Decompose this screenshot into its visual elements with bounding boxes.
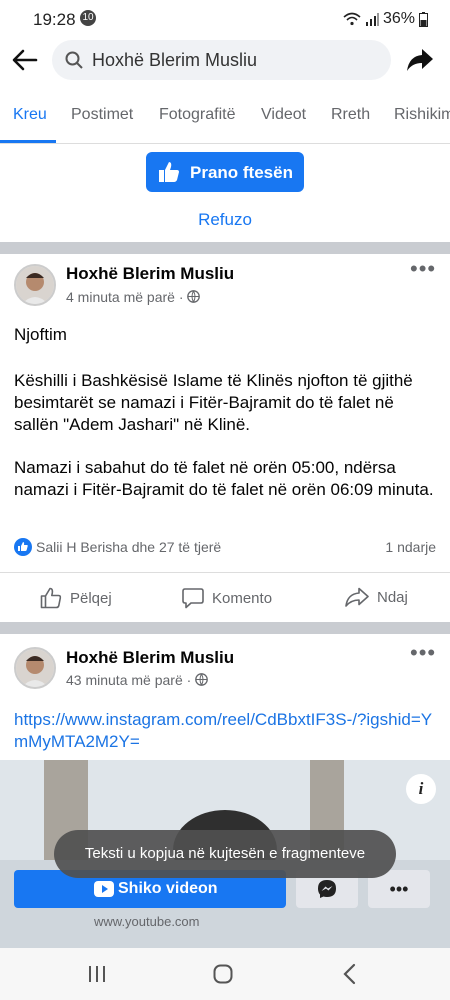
comment-label: Komento	[212, 589, 273, 607]
share-button[interactable]: Ndaj	[345, 587, 408, 607]
search-icon	[65, 51, 83, 69]
like-label: Pëlqej	[70, 589, 112, 607]
post-title: Njoftim	[14, 325, 67, 344]
post-options-icon[interactable]: •••	[410, 256, 436, 282]
reactions-row[interactable]: Salii H Berisha dhe 27 të tjerë 1 ndarje	[14, 538, 436, 558]
globe-icon	[187, 290, 201, 303]
active-tab-indicator	[0, 140, 56, 143]
watch-video-label: Shiko videon	[118, 880, 218, 897]
comment-button[interactable]: Komento	[182, 587, 272, 609]
post-paragraph-2: Namazi i sabahut do të falet në orën 05:…	[14, 458, 434, 499]
battery-level: 36%	[382, 10, 415, 27]
tab-rishikim[interactable]: Rishikim	[394, 106, 450, 124]
tab-videot[interactable]: Videot	[261, 106, 306, 124]
separator-dot: ·	[186, 672, 196, 688]
post-author-name[interactable]: Hoxhë Blerim Musliu	[66, 264, 234, 284]
back-arrow-icon[interactable]	[12, 49, 38, 71]
tab-kreu[interactable]: Kreu	[13, 106, 47, 124]
info-icon[interactable]: i	[406, 774, 436, 804]
post-link[interactable]: https://www.instagram.com/reel/CdBbxtIF3…	[14, 709, 439, 753]
accept-invite-label: Prano ftesën	[190, 163, 293, 182]
section-divider	[0, 622, 450, 634]
like-reaction-icon	[14, 538, 32, 556]
system-nav-bar	[0, 948, 450, 1000]
like-button[interactable]: Pëlqej	[40, 587, 112, 609]
reactions-text: Salii H Berisha dhe 27 të tjerë	[36, 539, 222, 555]
status-icons: 36%	[343, 10, 428, 28]
back-nav-icon[interactable]	[342, 963, 356, 985]
separator-dot: ·	[178, 289, 188, 305]
section-divider	[0, 242, 450, 254]
shares-count[interactable]: 1 ndarje	[385, 539, 436, 555]
tab-fotografite[interactable]: Fotografitë	[159, 106, 235, 124]
author-avatar[interactable]	[14, 264, 56, 306]
post-paragraph-1: Këshilli i Bashkësisë Islame të Klinës n…	[14, 371, 413, 434]
author-photo	[16, 649, 54, 687]
globe-icon	[195, 673, 209, 686]
post-author-name[interactable]: Hoxhë Blerim Musliu	[66, 648, 234, 668]
recent-apps-icon[interactable]	[88, 965, 106, 983]
post-timestamp: 4 minuta më parë ·	[66, 289, 201, 305]
share-arrow-icon[interactable]	[406, 47, 434, 73]
comment-icon	[182, 588, 204, 609]
tab-rreth[interactable]: Rreth	[331, 106, 370, 124]
post-timestamp: 43 minuta më parë ·	[66, 672, 209, 688]
post-time-text: 43 minuta më parë	[66, 672, 183, 688]
status-bar: 19:28 10 36%	[0, 0, 450, 38]
share-icon	[345, 587, 369, 607]
top-bar: Hoxhë Blerim Musliu	[0, 38, 450, 84]
tab-postimet[interactable]: Postimet	[71, 106, 133, 124]
decline-invite-link[interactable]: Refuzo	[0, 210, 450, 230]
youtube-play-icon	[94, 881, 114, 897]
page-tabs: Kreu Postimet Fotografitë Videot Rreth R…	[0, 86, 450, 144]
author-avatar[interactable]	[14, 647, 56, 689]
messenger-icon	[318, 880, 336, 898]
toast-notification: Teksti u kopjua në kujtesën e fragmentev…	[54, 830, 396, 878]
search-input[interactable]: Hoxhë Blerim Musliu	[52, 40, 391, 80]
signal-icon	[365, 13, 379, 26]
wifi-icon	[343, 12, 361, 26]
post-time-text: 4 minuta më parë	[66, 289, 175, 305]
notification-count-badge: 10	[80, 10, 96, 26]
link-domain: www.youtube.com	[94, 914, 200, 929]
battery-icon	[419, 11, 428, 27]
share-label: Ndaj	[377, 588, 408, 606]
author-photo	[16, 266, 54, 304]
home-icon[interactable]	[213, 964, 233, 984]
post-options-icon[interactable]: •••	[410, 640, 436, 666]
like-icon	[40, 587, 62, 609]
status-time: 19:28	[33, 10, 76, 29]
thumbs-up-icon	[159, 162, 179, 182]
search-query: Hoxhë Blerim Musliu	[92, 50, 258, 70]
post-action-bar: Pëlqej Komento Ndaj	[0, 572, 450, 622]
accept-invite-button[interactable]: Prano ftesën	[146, 152, 304, 192]
